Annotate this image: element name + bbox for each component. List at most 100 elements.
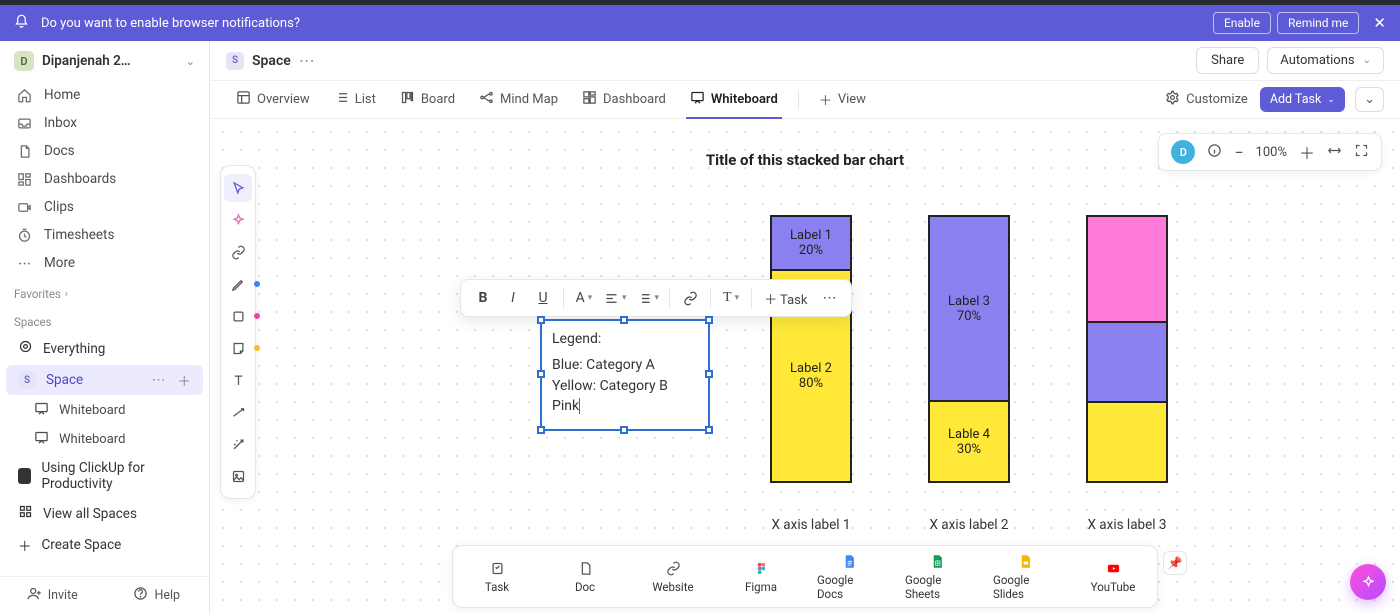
sidebar-item-clips[interactable]: Clips: [0, 193, 209, 221]
sidebar-item-more[interactable]: More: [0, 249, 209, 277]
whiteboard-icon: [34, 401, 49, 420]
bold-button[interactable]: B: [469, 284, 497, 312]
resize-handle[interactable]: [537, 426, 545, 434]
space-more-icon[interactable]: ⋯: [152, 372, 166, 388]
sidebar-item-docs[interactable]: Docs: [0, 137, 209, 165]
whiteboard-canvas[interactable]: D − 100% ＋ Title: [210, 119, 1400, 614]
tab-overview[interactable]: Overview: [226, 81, 320, 118]
x-axis-label[interactable]: X axis label 2: [929, 517, 1008, 533]
tab-whiteboard[interactable]: Whiteboard: [680, 81, 788, 118]
sidebar-item-using-clickup[interactable]: Using ClickUp for Productivity: [6, 455, 203, 497]
sidebar-item-whiteboard-1[interactable]: Whiteboard: [0, 396, 209, 425]
zoom-level[interactable]: 100%: [1256, 145, 1287, 160]
fullscreen-icon[interactable]: [1354, 143, 1369, 162]
chart-bar[interactable]: Label 120% Label 280%: [770, 215, 852, 483]
italic-button[interactable]: I: [499, 284, 527, 312]
chart-title[interactable]: Title of this stacked bar chart: [706, 151, 904, 169]
resize-handle[interactable]: [537, 316, 545, 324]
more-format-button[interactable]: ⋯: [815, 284, 843, 312]
font-button[interactable]: A▾: [570, 284, 598, 312]
tool-select[interactable]: [224, 174, 252, 202]
segment-label: Label 2: [790, 361, 832, 376]
chart-segment[interactable]: Label 120%: [772, 217, 850, 269]
add-task-button[interactable]: Add Task⌄: [1260, 87, 1345, 112]
chart-segment[interactable]: [1088, 401, 1166, 481]
info-icon[interactable]: [1207, 143, 1222, 162]
tool-shape[interactable]: [224, 302, 252, 330]
help-button[interactable]: Help: [105, 577, 210, 614]
resize-handle[interactable]: [620, 316, 628, 324]
remind-me-button[interactable]: Remind me: [1277, 12, 1359, 34]
sidebar-item-inbox[interactable]: Inbox: [0, 109, 209, 137]
text-size-button[interactable]: T▾: [717, 284, 745, 312]
invite-button[interactable]: Invite: [0, 577, 105, 614]
sidebar-item-dashboards[interactable]: Dashboards: [0, 165, 209, 193]
resize-handle[interactable]: [705, 370, 713, 378]
underline-button[interactable]: U: [529, 284, 557, 312]
tray-gdocs[interactable]: Google Docs: [817, 552, 881, 601]
tool-image[interactable]: [224, 462, 252, 490]
sidebar-item-view-all[interactable]: View all Spaces: [6, 499, 203, 528]
legend-textbox[interactable]: Legend: Blue: Category A Yellow: Categor…: [540, 319, 710, 431]
space-add-icon[interactable]: ＋: [178, 370, 192, 390]
space-title[interactable]: Space: [252, 53, 291, 69]
segment-value: 80%: [799, 376, 823, 391]
resize-handle[interactable]: [705, 316, 713, 324]
automations-button[interactable]: Automations⌄: [1267, 47, 1384, 74]
chart-bar[interactable]: Label 370%Lable 430%: [928, 215, 1010, 483]
favorites-section[interactable]: Favorites›: [0, 277, 209, 305]
ai-fab[interactable]: [1350, 564, 1386, 600]
align-button[interactable]: ▾: [600, 284, 631, 312]
tab-board[interactable]: Board: [390, 81, 465, 118]
chart-bar[interactable]: [1086, 215, 1168, 483]
tool-magic[interactable]: [224, 430, 252, 458]
tray-doc[interactable]: Doc: [553, 559, 617, 594]
tray-gsheets[interactable]: Google Sheets: [905, 552, 969, 601]
tool-text[interactable]: [224, 366, 252, 394]
tray-figma[interactable]: Figma: [729, 559, 793, 594]
convert-task-button[interactable]: ＋ Task: [758, 289, 813, 308]
sidebar-item-space[interactable]: S Space ⋯ ＋: [6, 365, 203, 395]
link-button[interactable]: [676, 284, 704, 312]
tray-website[interactable]: Website: [641, 559, 705, 594]
tab-mindmap[interactable]: Mind Map: [469, 81, 568, 118]
sidebar-item-whiteboard-2[interactable]: Whiteboard: [0, 425, 209, 454]
tab-list[interactable]: List: [324, 81, 386, 118]
zoom-out-icon[interactable]: −: [1234, 143, 1243, 162]
tool-link[interactable]: [224, 238, 252, 266]
tool-pen[interactable]: [224, 270, 252, 298]
tray-gslides[interactable]: Google Slides: [993, 552, 1057, 601]
sidebar-item-everything[interactable]: Everything: [6, 334, 203, 363]
chart-segment[interactable]: [1088, 321, 1166, 401]
zoom-in-icon[interactable]: ＋: [1299, 140, 1315, 164]
more-button[interactable]: ⌄: [1355, 87, 1384, 112]
tool-connector[interactable]: [224, 398, 252, 426]
chart-segment[interactable]: Lable 430%: [930, 400, 1008, 481]
tool-ai[interactable]: [224, 206, 252, 234]
workspace-switcher[interactable]: D Dipanjenah 2… ⌄: [0, 41, 209, 81]
customize-button[interactable]: Customize: [1157, 90, 1256, 109]
resize-handle[interactable]: [620, 426, 628, 434]
fit-width-icon[interactable]: [1327, 143, 1342, 162]
tool-sticky[interactable]: [224, 334, 252, 362]
resize-handle[interactable]: [705, 426, 713, 434]
x-axis-label[interactable]: X axis label 1: [771, 517, 850, 533]
resize-handle[interactable]: [537, 370, 545, 378]
pin-tray-icon[interactable]: 📌: [1163, 551, 1187, 575]
close-icon[interactable]: ✕: [1373, 14, 1386, 32]
tab-dashboard[interactable]: Dashboard: [572, 81, 676, 118]
tray-task[interactable]: Task: [465, 559, 529, 594]
x-axis-label[interactable]: X axis label 3: [1087, 517, 1166, 533]
share-button[interactable]: Share: [1196, 47, 1259, 74]
sidebar-item-home[interactable]: Home: [0, 81, 209, 109]
chart-segment[interactable]: [1088, 217, 1166, 321]
user-avatar[interactable]: D: [1171, 140, 1195, 164]
sidebar-item-create-space[interactable]: ＋Create Space: [6, 530, 203, 560]
enable-button[interactable]: Enable: [1213, 12, 1271, 34]
sidebar-item-timesheets[interactable]: Timesheets: [0, 221, 209, 249]
space-more-icon[interactable]: ⋯: [299, 51, 315, 70]
tray-youtube[interactable]: YouTube: [1081, 559, 1145, 594]
chart-segment[interactable]: Label 370%: [930, 217, 1008, 400]
list-button[interactable]: ▾: [633, 284, 664, 312]
add-view-button[interactable]: ＋View: [809, 81, 876, 118]
